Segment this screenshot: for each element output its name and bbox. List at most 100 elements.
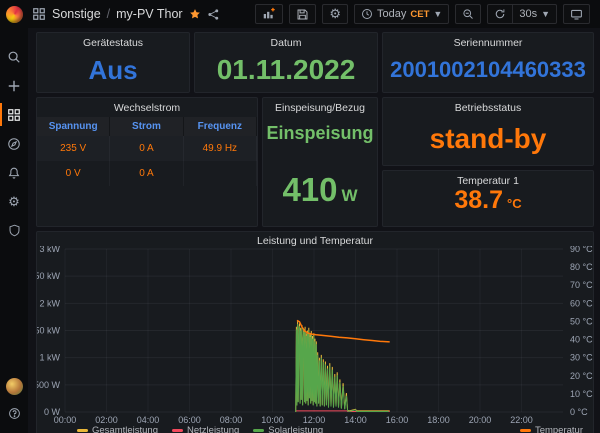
panel-einspeisung-bezug: Einspeisung/Bezug Einspeisung 410 W bbox=[262, 97, 378, 227]
legend-item-temperatur[interactable]: Temperatur bbox=[520, 425, 583, 433]
chart-legend: Gesamtleistung Netzleistung Solarleistung T… bbox=[37, 424, 593, 433]
table-column-header[interactable]: Strom bbox=[110, 117, 183, 136]
panel-title[interactable]: Datum bbox=[195, 33, 377, 48]
wechselstrom-table: SpannungStromFrequenz 235 V0 A49.9 Hz0 V… bbox=[37, 117, 257, 186]
breadcrumb-folder[interactable]: Sonstige bbox=[52, 7, 101, 21]
sidebar-item-create[interactable] bbox=[0, 71, 28, 100]
y-axis-right-tick-label: 90 °C bbox=[570, 246, 593, 254]
y-axis-left-tick-label: 2 kW bbox=[39, 298, 60, 308]
add-panel-button[interactable] bbox=[255, 4, 283, 24]
clock-icon bbox=[361, 8, 373, 20]
table-cell: 49.9 Hz bbox=[184, 136, 257, 161]
table-row: 0 V0 A bbox=[37, 161, 257, 186]
panel-title[interactable]: Einspeisung/Bezug bbox=[263, 98, 377, 113]
x-axis-tick-label: 00:00 bbox=[54, 415, 77, 424]
grafana-logo-icon bbox=[6, 6, 23, 23]
table-column-header[interactable]: Frequenz bbox=[184, 117, 257, 136]
x-axis-tick-label: 02:00 bbox=[95, 415, 118, 424]
table-header-row: SpannungStromFrequenz bbox=[37, 117, 257, 136]
panel-title[interactable]: Betriebsstatus bbox=[383, 98, 593, 113]
breadcrumb-separator: / bbox=[107, 7, 110, 21]
settings-gear-icon: ⚙ bbox=[329, 6, 341, 22]
legend-label: Gesamtleistung bbox=[92, 425, 158, 433]
save-dashboard-button[interactable] bbox=[289, 4, 316, 24]
panel-title[interactable]: Leistung und Temperatur bbox=[37, 232, 593, 246]
sidebar-item-search[interactable] bbox=[0, 42, 28, 71]
panel-title[interactable]: Temperatur 1 bbox=[383, 171, 593, 186]
panel-title[interactable]: Seriennummer bbox=[383, 33, 593, 48]
table-cell: 0 V bbox=[37, 161, 110, 186]
panel-geraetestatus: Gerätestatus Aus bbox=[36, 32, 190, 93]
sidebar-item-alerting[interactable] bbox=[0, 158, 28, 187]
dashboard-title[interactable]: my-PV Thor bbox=[116, 7, 182, 21]
table-column-header[interactable]: Spannung bbox=[37, 117, 110, 136]
zoom-out-icon bbox=[462, 8, 474, 20]
top-navigation-bar: Sonstige / my-PV Thor ⚙ Today CET ▼ bbox=[0, 0, 600, 28]
favorite-star-icon[interactable] bbox=[189, 8, 201, 20]
sidebar-item-server-admin[interactable] bbox=[0, 216, 28, 245]
grafana-logo[interactable] bbox=[0, 0, 28, 28]
legend-swatch bbox=[172, 429, 183, 432]
timezone-label: CET bbox=[410, 9, 429, 20]
share-icon[interactable] bbox=[207, 8, 220, 21]
dashboard-settings-button[interactable]: ⚙ bbox=[322, 4, 348, 24]
tv-kiosk-icon bbox=[570, 8, 583, 21]
panel-title[interactable]: Wechselstrom bbox=[37, 98, 257, 113]
y-axis-left-tick-label: 2.50 kW bbox=[37, 271, 61, 281]
legend-label: Temperatur bbox=[535, 425, 583, 433]
table-cell: 0 A bbox=[110, 136, 183, 161]
panel-leistung-und-temperatur: Leistung und Temperatur 0 W500 W1 kW1.50… bbox=[36, 231, 594, 433]
y-axis-left-tick-label: 1.50 kW bbox=[37, 326, 61, 336]
legend-item-gesamtleistung[interactable]: Gesamtleistung bbox=[77, 425, 158, 433]
betriebsstatus-value: stand-by bbox=[430, 123, 547, 155]
temperatur-unit: °C bbox=[507, 196, 522, 211]
zoom-out-time-button[interactable] bbox=[455, 4, 481, 24]
y-axis-right-tick-label: 50 °C bbox=[570, 316, 593, 326]
time-range-picker[interactable]: Today CET ▼ bbox=[354, 4, 449, 24]
y-axis-right-tick-label: 20 °C bbox=[570, 371, 593, 381]
panel-wechselstrom: Wechselstrom SpannungStromFrequenz 235 V… bbox=[36, 97, 258, 227]
sidebar-item-configuration[interactable]: ⚙ bbox=[0, 187, 28, 216]
legend-swatch bbox=[520, 429, 531, 432]
x-axis-tick-label: 18:00 bbox=[427, 415, 450, 424]
legend-item-netzleistung[interactable]: Netzleistung bbox=[172, 425, 239, 433]
dashboards-grid-icon[interactable] bbox=[32, 7, 46, 21]
configuration-gear-icon: ⚙ bbox=[8, 194, 20, 210]
y-axis-right-tick-label: 0 °C bbox=[570, 407, 588, 417]
y-axis-left-tick-label: 500 W bbox=[37, 380, 61, 390]
legend-swatch bbox=[77, 429, 88, 432]
legend-label: Solarleistung bbox=[268, 425, 323, 433]
x-axis-tick-label: 22:00 bbox=[510, 415, 533, 424]
refresh-icon bbox=[494, 8, 506, 20]
legend-item-solarleistung[interactable]: Solarleistung bbox=[253, 425, 323, 433]
sidebar-item-help[interactable] bbox=[0, 403, 28, 423]
chevron-down-icon: ▼ bbox=[433, 10, 442, 19]
toolbar-actions: ⚙ Today CET ▼ 30s ▼ bbox=[255, 4, 600, 24]
user-avatar[interactable] bbox=[6, 378, 23, 395]
x-axis-tick-label: 20:00 bbox=[469, 415, 492, 424]
y-axis-right-tick-label: 10 °C bbox=[570, 389, 593, 399]
sidebar-bottom bbox=[0, 378, 28, 433]
einspeisung-state-value: Einspeisung bbox=[266, 123, 373, 144]
y-axis-right-tick-label: 80 °C bbox=[570, 262, 593, 272]
chart-svg[interactable]: 0 W500 W1 kW1.50 kW2 kW2.50 kW3 kW00:000… bbox=[37, 246, 593, 424]
table-cell: 235 V bbox=[37, 136, 110, 161]
sidebar-item-explore[interactable] bbox=[0, 129, 28, 158]
kiosk-mode-button[interactable] bbox=[563, 4, 590, 24]
refresh-interval-label: 30s bbox=[519, 8, 537, 20]
y-axis-left-tick-label: 1 kW bbox=[39, 353, 60, 363]
dashboards-icon bbox=[7, 108, 21, 122]
y-axis-right-tick-label: 40 °C bbox=[570, 335, 593, 345]
table-row: 235 V0 A49.9 Hz bbox=[37, 136, 257, 161]
sidebar-item-dashboards[interactable] bbox=[0, 100, 28, 129]
x-axis-tick-label: 08:00 bbox=[220, 415, 243, 424]
search-icon bbox=[7, 50, 21, 64]
refresh-picker[interactable]: 30s ▼ bbox=[487, 4, 557, 24]
explore-compass-icon bbox=[7, 137, 21, 151]
panel-title[interactable]: Gerätestatus bbox=[37, 33, 189, 48]
admin-shield-icon bbox=[8, 224, 21, 237]
panel-betriebsstatus: Betriebsstatus stand-by bbox=[382, 97, 594, 166]
einspeisung-power-unit: W bbox=[342, 186, 358, 206]
time-range-label: Today bbox=[377, 8, 406, 20]
help-icon bbox=[8, 407, 21, 420]
